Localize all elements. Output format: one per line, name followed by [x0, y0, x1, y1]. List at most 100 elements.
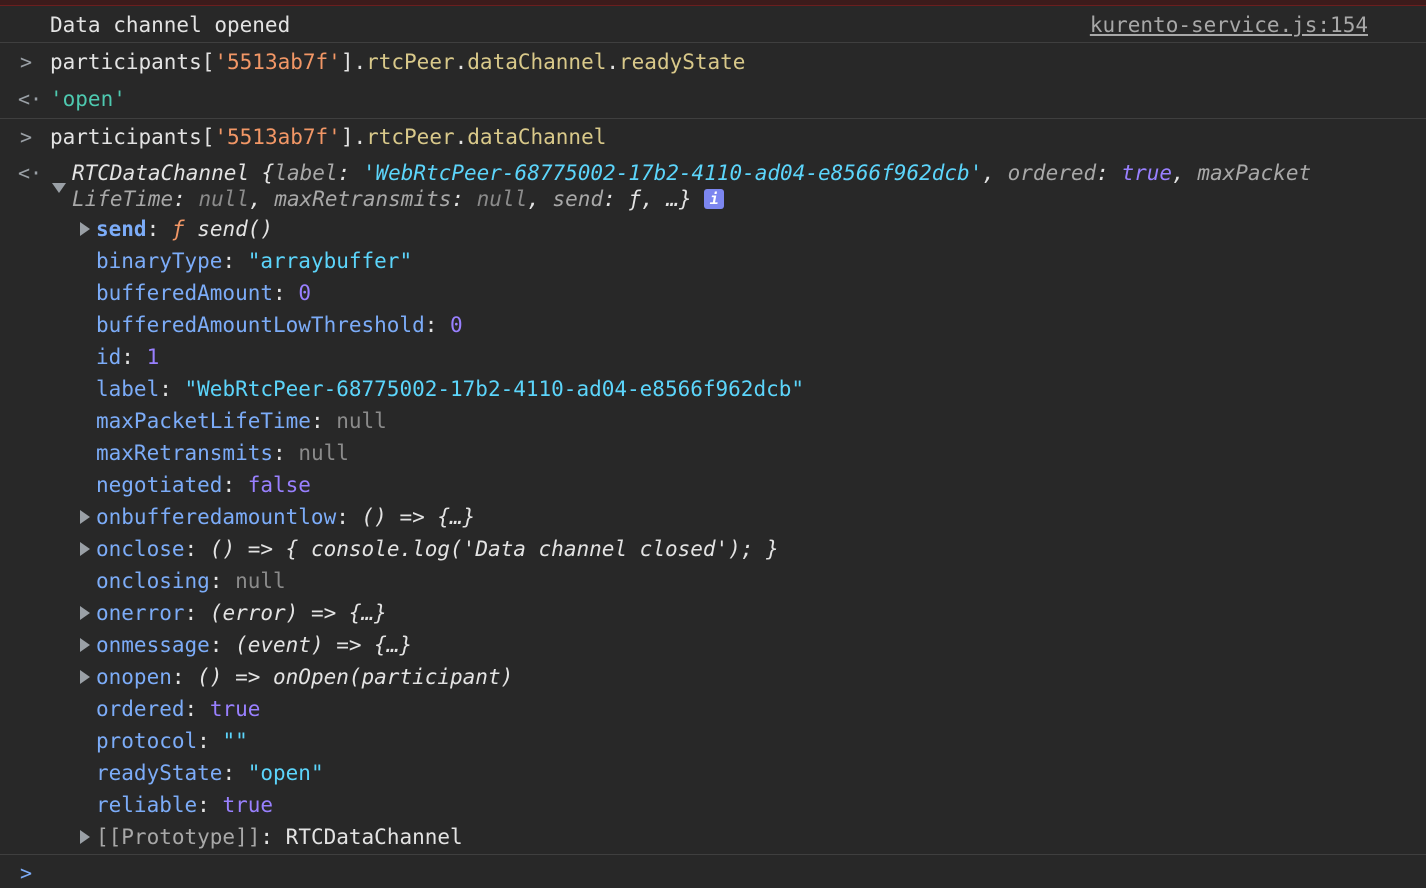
object-summary[interactable]: RTCDataChannel {label: 'WebRtcPeer-68775…: [72, 158, 1311, 188]
property-key: negotiated: [96, 473, 223, 497]
triangle-right-icon[interactable]: [80, 222, 90, 236]
property-colon: :: [121, 345, 147, 369]
triangle-right-icon[interactable]: [80, 830, 90, 844]
property-key: id: [96, 345, 122, 369]
code-prop: dataChannel: [467, 50, 607, 74]
summary-value: true: [1121, 161, 1173, 185]
property-colon: :: [222, 249, 248, 273]
object-summary-cont[interactable]: LifeTime: null, maxRetransmits: null, se…: [72, 186, 725, 212]
property-row[interactable]: onopen: () => onOpen(participant): [96, 662, 513, 692]
property-row: readyState: "open": [96, 758, 324, 788]
property-row: ordered: true: [96, 694, 260, 724]
property-colon: :: [171, 665, 198, 689]
console-top-border: [0, 0, 1426, 6]
property-value: () => { console.log('Data channel closed…: [209, 537, 779, 561]
code-prop: readyState: [619, 50, 746, 74]
property-row[interactable]: onerror: (error) => {…}: [96, 598, 387, 628]
property-row[interactable]: send: ƒ send(): [96, 214, 273, 244]
summary-value: ƒ: [628, 187, 642, 211]
code-prop: rtcPeer: [366, 125, 455, 149]
property-colon: :: [184, 537, 210, 561]
property-key: maxPacketLifeTime: [96, 409, 311, 433]
property-colon: :: [222, 473, 248, 497]
row-separator: [0, 854, 1426, 855]
property-row: protocol: "": [96, 726, 248, 756]
property-key: onclose: [96, 537, 185, 561]
property-colon: :: [197, 793, 223, 817]
property-value: "WebRtcPeer-68775002-17b2-4110-ad04-e856…: [184, 377, 805, 401]
property-row: maxPacketLifeTime: null: [96, 406, 387, 436]
property-value: false: [247, 473, 311, 497]
property-value: true: [222, 793, 274, 817]
triangle-right-icon[interactable]: [80, 510, 90, 524]
property-row: label: "WebRtcPeer-68775002-17b2-4110-ad…: [96, 374, 804, 404]
property-value: null: [235, 569, 286, 593]
summary-key: ordered: [1007, 161, 1097, 185]
code-prop: rtcPeer: [366, 50, 455, 74]
property-value: RTCDataChannel: [285, 825, 463, 849]
result-arrow-icon: <·: [18, 87, 43, 111]
property-row: id: 1: [96, 342, 159, 372]
code-object: participants[: [50, 50, 215, 74]
console-result-1: 'open': [50, 87, 126, 111]
property-key: send: [96, 217, 147, 241]
code-punct: .: [454, 125, 468, 149]
property-colon: :: [310, 409, 337, 433]
summary-value: null: [476, 187, 528, 211]
property-key: bufferedAmountLowThreshold: [96, 313, 425, 337]
property-key: reliable: [96, 793, 198, 817]
property-row[interactable]: onclose: () => { console.log('Data chann…: [96, 534, 779, 564]
property-row[interactable]: [[Prototype]]: RTCDataChannel: [96, 822, 463, 852]
row-separator: [0, 118, 1426, 119]
ellipsis: …}: [666, 187, 692, 211]
property-key: protocol: [96, 729, 198, 753]
property-key: label: [96, 377, 160, 401]
log-message: Data channel opened: [50, 13, 291, 37]
property-key: maxRetransmits: [96, 441, 274, 465]
source-link[interactable]: kurento-service.js:154: [1090, 10, 1368, 40]
property-row[interactable]: onmessage: (event) => {…}: [96, 630, 412, 660]
triangle-right-icon[interactable]: [80, 606, 90, 620]
row-separator: [0, 42, 1426, 43]
summary-key: label: [274, 161, 338, 185]
property-colon: :: [159, 377, 185, 401]
property-key: onbufferedamountlow: [96, 505, 337, 529]
triangle-right-icon[interactable]: [80, 670, 90, 684]
property-value: "": [222, 729, 248, 753]
property-colon: :: [260, 825, 286, 849]
property-colon: :: [222, 761, 248, 785]
property-value: 0: [450, 313, 463, 337]
property-value: () => {…}: [361, 505, 476, 529]
triangle-down-icon[interactable]: [52, 183, 66, 193]
summary-value: null: [198, 187, 250, 211]
code-object: participants[: [50, 125, 215, 149]
property-value: send(): [197, 217, 274, 241]
property-colon: :: [209, 633, 236, 657]
console-input-2[interactable]: participants['5513ab7f'].rtcPeer.dataCha…: [50, 122, 606, 152]
property-value: "open": [247, 761, 324, 785]
property-colon: :: [184, 601, 210, 625]
code-punct: ].: [340, 50, 367, 74]
property-row: binaryType: "arraybuffer": [96, 246, 412, 276]
property-row: bufferedAmount: 0: [96, 278, 311, 308]
property-value: 0: [298, 281, 311, 305]
property-value: null: [336, 409, 387, 433]
triangle-right-icon[interactable]: [80, 542, 90, 556]
info-icon[interactable]: i: [704, 189, 725, 209]
property-key: onmessage: [96, 633, 210, 657]
summary-key: maxPacket: [1197, 161, 1312, 185]
triangle-right-icon[interactable]: [80, 638, 90, 652]
property-value: () => onOpen(participant): [197, 665, 514, 689]
summary-key: maxRetransmits: [274, 187, 452, 211]
code-string: '5513ab7f': [214, 125, 341, 149]
property-value: (event) => {…}: [235, 633, 413, 657]
code-prop: dataChannel: [467, 125, 607, 149]
property-row[interactable]: onbufferedamountlow: () => {…}: [96, 502, 475, 532]
brace: {: [249, 161, 275, 185]
console-input-1[interactable]: participants['5513ab7f'].rtcPeer.dataCha…: [50, 47, 745, 77]
property-value: (error) => {…}: [209, 601, 387, 625]
property-colon: :: [184, 697, 210, 721]
summary-key: LifeTime: [72, 187, 174, 211]
chevron-right-icon: >: [20, 125, 33, 149]
property-row: negotiated: false: [96, 470, 311, 500]
